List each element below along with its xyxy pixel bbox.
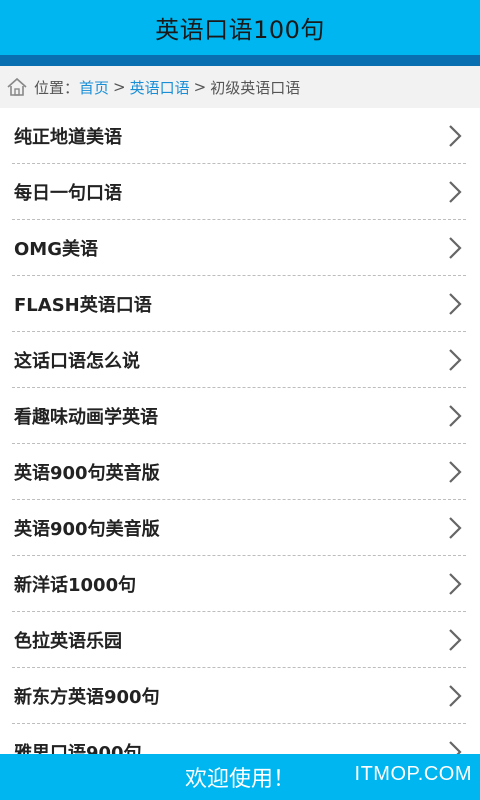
list-item[interactable]: 色拉英语乐园 <box>0 612 480 668</box>
breadcrumb-current: 初级英语口语 <box>210 78 301 97</box>
list-item-label: 看趣味动画学英语 <box>14 407 158 428</box>
list-item-label: 这话口语怎么说 <box>14 351 140 372</box>
list-item[interactable]: FLASH英语口语 <box>0 276 480 332</box>
chevron-right-icon <box>449 685 462 707</box>
list-item[interactable]: 英语900句英音版 <box>0 444 480 500</box>
page-title: 英语口语100句 <box>155 16 325 44</box>
breadcrumb-home-link[interactable]: 首页 <box>79 77 109 98</box>
list-item-label: 色拉英语乐园 <box>14 631 122 652</box>
list-item-label: OMG美语 <box>14 239 98 260</box>
breadcrumb-separator: > <box>113 78 126 96</box>
chevron-right-icon <box>449 125 462 147</box>
list-item[interactable]: 每日一句口语 <box>0 164 480 220</box>
list-item[interactable]: OMG美语 <box>0 220 480 276</box>
chevron-right-icon <box>449 405 462 427</box>
chevron-right-icon <box>449 293 462 315</box>
app-screen: 英语口语100句 位置： 首页 > 英语口语 > 初级英语口语 纯正地道美语 每… <box>0 0 480 800</box>
list-item-label: 每日一句口语 <box>14 183 122 204</box>
list-item[interactable]: 英语900句美音版 <box>0 500 480 556</box>
breadcrumb-separator: > <box>193 78 207 96</box>
list-item[interactable]: 新洋话1000句 <box>0 556 480 612</box>
list-item-label: 新东方英语900句 <box>14 687 160 708</box>
list-item-label: 英语900句英音版 <box>14 463 160 484</box>
chevron-right-icon <box>449 629 462 651</box>
home-icon[interactable] <box>6 76 28 98</box>
list-item[interactable]: 纯正地道美语 <box>0 108 480 164</box>
course-list: 纯正地道美语 每日一句口语 OMG美语 FLASH英语口语 这话口语怎么说 看趣… <box>0 108 480 780</box>
breadcrumb-category-link[interactable]: 英语口语 <box>130 77 190 98</box>
breadcrumb-prefix: 位置： <box>34 78 80 97</box>
list-item[interactable]: 看趣味动画学英语 <box>0 388 480 444</box>
chevron-right-icon <box>449 461 462 483</box>
list-item-label: 新洋话1000句 <box>14 575 137 596</box>
footer-bar: 欢迎使用！ ITMOP.COM <box>0 754 480 800</box>
list-item-label: 英语900句美音版 <box>14 519 160 540</box>
welcome-text: 欢迎使用！ <box>184 767 295 792</box>
list-item[interactable]: 新东方英语900句 <box>0 668 480 724</box>
title-stripe <box>0 55 480 66</box>
list-item[interactable]: 这话口语怎么说 <box>0 332 480 388</box>
title-bar: 英语口语100句 <box>0 0 480 55</box>
chevron-right-icon <box>449 517 462 539</box>
chevron-right-icon <box>449 181 462 203</box>
chevron-right-icon <box>449 573 462 595</box>
chevron-right-icon <box>449 237 462 259</box>
breadcrumb: 位置： 首页 > 英语口语 > 初级英语口语 <box>0 66 480 108</box>
chevron-right-icon <box>449 349 462 371</box>
list-item-label: 纯正地道美语 <box>14 127 122 148</box>
list-item-label: FLASH英语口语 <box>14 295 152 316</box>
watermark-text: ITMOP.COM <box>354 763 472 785</box>
